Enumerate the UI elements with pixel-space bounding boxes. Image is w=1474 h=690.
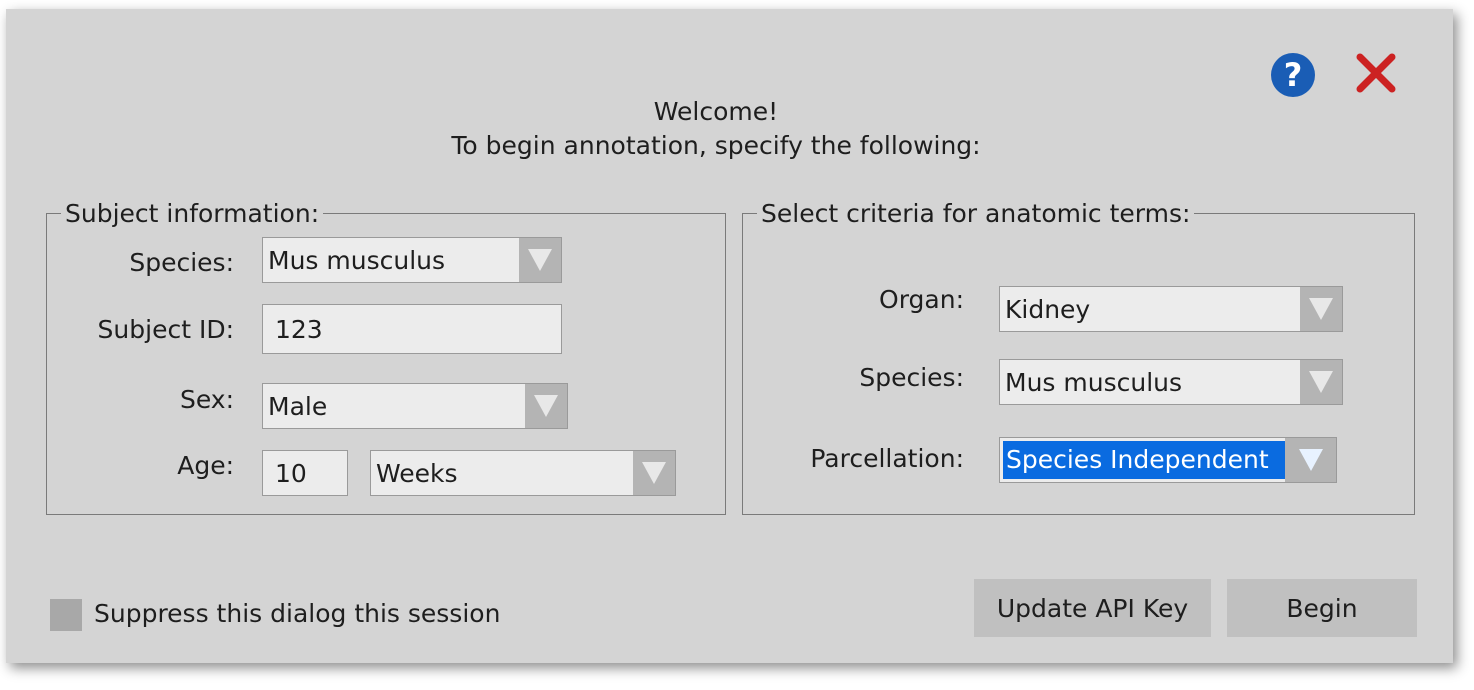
suppress-dialog-checkbox[interactable] (50, 599, 82, 631)
subject-species-label: Species: (129, 248, 234, 277)
suppress-dialog-label: Suppress this dialog this session (94, 599, 501, 628)
instruction-text: To begin annotation, specify the followi… (451, 131, 981, 160)
criteria-species-dropdown[interactable]: Mus musculus (999, 359, 1343, 405)
organ-dropdown[interactable]: Kidney (999, 286, 1343, 332)
age-input[interactable]: 10 (262, 450, 348, 496)
sex-dropdown[interactable]: Male (262, 383, 568, 429)
parcellation-dropdown[interactable]: Species Independent (999, 437, 1337, 483)
chevron-down-icon (1285, 438, 1336, 482)
update-api-key-button[interactable]: Update API Key (974, 579, 1211, 637)
chevron-down-icon (633, 451, 675, 495)
criteria-species-value: Mus musculus (1005, 367, 1183, 397)
help-icon[interactable]: ? (1271, 53, 1315, 97)
subject-species-value: Mus musculus (268, 245, 446, 275)
subject-species-dropdown[interactable]: Mus musculus (262, 237, 562, 283)
parcellation-value: Species Independent (1003, 441, 1285, 479)
subject-information-legend: Subject information: (65, 199, 320, 228)
organ-label: Organ: (879, 285, 964, 314)
chevron-down-icon (1300, 287, 1342, 331)
close-icon[interactable] (1354, 51, 1398, 95)
age-unit-value: Weeks (376, 458, 458, 488)
organ-value: Kidney (1005, 294, 1091, 324)
criteria-species-label: Species: (859, 363, 964, 392)
subject-id-label: Subject ID: (97, 315, 234, 344)
age-unit-dropdown[interactable]: Weeks (370, 450, 676, 496)
chevron-down-icon (1300, 360, 1342, 404)
age-label: Age: (177, 451, 234, 480)
annotation-setup-dialog: ? Welcome! To begin annotation, specify … (6, 9, 1453, 663)
parcellation-label: Parcellation: (810, 444, 964, 473)
sex-value: Male (268, 391, 328, 421)
subject-id-input[interactable]: 123 (262, 304, 562, 354)
welcome-heading: Welcome! (653, 97, 779, 126)
chevron-down-icon (519, 238, 561, 282)
begin-button[interactable]: Begin (1227, 579, 1417, 637)
chevron-down-icon (525, 384, 567, 428)
sex-label: Sex: (179, 385, 234, 414)
anatomic-criteria-legend: Select criteria for anatomic terms: (761, 199, 1191, 228)
